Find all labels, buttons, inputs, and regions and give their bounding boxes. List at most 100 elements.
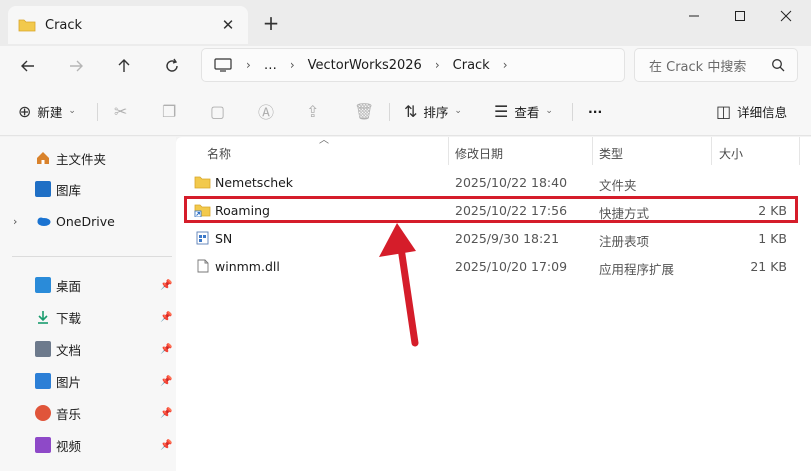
view-button[interactable]: ☰ 查看 ⌄ bbox=[494, 98, 553, 124]
divider bbox=[572, 103, 573, 121]
new-button[interactable]: ⊕ 新建 ⌄ bbox=[18, 98, 76, 124]
file-type: 应用程序扩展 bbox=[599, 262, 675, 277]
breadcrumb-vectorworks[interactable]: VectorWorks2026 bbox=[308, 58, 422, 73]
sidebar-item-label: 音乐 bbox=[56, 406, 82, 422]
breadcrumb-more[interactable]: … bbox=[264, 58, 277, 73]
column-header-type[interactable]: 类型 bbox=[599, 141, 623, 165]
sidebar-item-gallery[interactable]: 图库 bbox=[0, 174, 176, 204]
chevron-right-icon: › bbox=[502, 58, 508, 72]
table-row[interactable]: Nemetschek 2025/10/22 18:40 文件夹 bbox=[188, 168, 797, 196]
refresh-icon bbox=[166, 58, 178, 72]
close-window-button[interactable] bbox=[763, 0, 809, 32]
sidebar-item-documents[interactable]: 文档 📌 bbox=[0, 334, 176, 364]
minimize-icon bbox=[689, 15, 699, 17]
close-tab-icon[interactable]: ✕ bbox=[218, 15, 238, 35]
sidebar-item-label: 主文件夹 bbox=[56, 151, 107, 167]
up-button[interactable] bbox=[110, 52, 138, 80]
search-box[interactable]: 在 Crack 中搜索 bbox=[634, 48, 798, 82]
details-button[interactable]: ◫ 详细信息 bbox=[716, 98, 787, 124]
file-size: 1 KB bbox=[758, 231, 787, 246]
close-icon bbox=[780, 10, 792, 22]
view-list-icon: ☰ bbox=[494, 101, 509, 121]
search-icon bbox=[772, 59, 785, 72]
sidebar-item-label: 文档 bbox=[56, 342, 82, 358]
file-type: 文件夹 bbox=[599, 178, 637, 193]
chevron-down-icon: ⌄ bbox=[68, 106, 76, 116]
gallery-icon bbox=[35, 181, 51, 197]
file-date: 2025/10/22 18:40 bbox=[455, 175, 568, 190]
new-tab-button[interactable]: + bbox=[260, 11, 282, 35]
delete-button[interactable]: 🗑 bbox=[354, 98, 380, 124]
file-date: 2025/10/20 17:09 bbox=[455, 259, 568, 274]
more-options-button[interactable]: ··· bbox=[588, 98, 602, 124]
pin-icon[interactable]: 📌 bbox=[160, 344, 172, 355]
title-bar: Crack ✕ + bbox=[0, 0, 811, 46]
maximize-icon bbox=[735, 11, 745, 21]
arrow-up-icon bbox=[118, 59, 130, 72]
file-name: Nemetschek bbox=[215, 175, 294, 190]
sort-icon: ⇅ bbox=[404, 101, 418, 121]
computer-icon bbox=[214, 58, 232, 72]
sidebar-item-downloads[interactable]: 下载 📌 bbox=[0, 302, 176, 332]
pin-icon[interactable]: 📌 bbox=[160, 408, 172, 419]
pin-icon[interactable]: 📌 bbox=[160, 440, 172, 451]
column-divider[interactable] bbox=[592, 137, 593, 165]
table-row[interactable]: SN 2025/9/30 18:21 注册表项 1 KB bbox=[188, 224, 797, 252]
minimize-button[interactable] bbox=[671, 0, 717, 32]
divider bbox=[97, 103, 98, 121]
tab-crack[interactable]: Crack ✕ bbox=[8, 6, 248, 44]
sidebar-item-label: 图库 bbox=[56, 182, 82, 198]
column-header-size[interactable]: 大小 bbox=[719, 141, 743, 165]
breadcrumb-crack[interactable]: Crack bbox=[453, 58, 490, 73]
share-icon: ⇪ bbox=[306, 101, 320, 121]
column-header-name[interactable]: 名称 bbox=[207, 141, 231, 165]
red-arrow-annotation bbox=[379, 223, 419, 347]
cut-button[interactable]: ✂ bbox=[114, 98, 133, 124]
forward-button[interactable] bbox=[62, 52, 90, 80]
address-bar[interactable]: › … › VectorWorks2026 › Crack › bbox=[201, 48, 625, 82]
column-header-date[interactable]: 修改日期 bbox=[455, 141, 503, 165]
sort-button[interactable]: ⇅ 排序 ⌄ bbox=[404, 98, 462, 124]
tab-title: Crack bbox=[45, 17, 83, 33]
sidebar-item-videos[interactable]: 视频 📌 bbox=[0, 430, 176, 460]
file-list: ︿ 名称 修改日期 类型 大小 Nemetschek 2025/10/22 18… bbox=[176, 135, 811, 471]
back-button[interactable] bbox=[14, 52, 42, 80]
sidebar-item-pictures[interactable]: 图片 📌 bbox=[0, 366, 176, 396]
sidebar-item-label: OneDrive bbox=[56, 213, 115, 229]
file-date: 2025/9/30 18:21 bbox=[455, 231, 560, 246]
maximize-button[interactable] bbox=[717, 0, 763, 32]
refresh-button[interactable] bbox=[158, 52, 186, 80]
home-icon bbox=[35, 150, 51, 166]
sidebar-item-home[interactable]: 主文件夹 bbox=[0, 143, 176, 173]
navigation-pane: 主文件夹 图库 › OneDrive 桌面 📌 下载 📌 文档 📌 图片 📌 音… bbox=[0, 137, 176, 471]
sidebar-item-desktop[interactable]: 桌面 📌 bbox=[0, 270, 176, 300]
pin-icon[interactable]: 📌 bbox=[160, 280, 172, 291]
rename-icon: Ⓐ bbox=[258, 103, 275, 122]
arrow-left-icon bbox=[21, 60, 34, 72]
chevron-right-icon[interactable]: › bbox=[13, 215, 17, 228]
sidebar-item-label: 视频 bbox=[56, 438, 82, 454]
trash-icon: 🗑 bbox=[354, 101, 375, 121]
sidebar-item-onedrive[interactable]: › OneDrive bbox=[0, 206, 176, 236]
column-divider[interactable] bbox=[711, 137, 712, 165]
table-row[interactable]: winmm.dll 2025/10/20 17:09 应用程序扩展 21 KB bbox=[188, 252, 797, 280]
sidebar-item-label: 图片 bbox=[56, 374, 82, 390]
rename-button[interactable]: Ⓐ bbox=[258, 98, 280, 124]
download-icon bbox=[35, 309, 51, 325]
column-divider[interactable] bbox=[799, 137, 800, 165]
pin-icon[interactable]: 📌 bbox=[160, 376, 172, 387]
music-icon bbox=[35, 405, 51, 421]
pin-icon[interactable]: 📌 bbox=[160, 312, 172, 323]
desktop-icon bbox=[35, 277, 51, 293]
command-bar: ⊕ 新建 ⌄ ✂ ❐ ▢ Ⓐ ⇪ 🗑 ⇅ 排序 ⌄ ☰ 查看 ⌄ ··· ◫ 详… bbox=[0, 86, 811, 136]
sidebar-item-label: 下载 bbox=[56, 310, 82, 326]
copy-button[interactable]: ❐ bbox=[162, 98, 182, 124]
paste-button[interactable]: ▢ bbox=[210, 98, 231, 124]
share-button[interactable]: ⇪ bbox=[306, 98, 325, 124]
chevron-right-icon: › bbox=[434, 58, 440, 72]
view-label: 查看 bbox=[514, 104, 540, 120]
sidebar-item-music[interactable]: 音乐 📌 bbox=[0, 398, 176, 428]
column-divider[interactable] bbox=[448, 137, 449, 165]
registry-icon bbox=[196, 231, 209, 245]
file-name: winmm.dll bbox=[215, 259, 280, 274]
